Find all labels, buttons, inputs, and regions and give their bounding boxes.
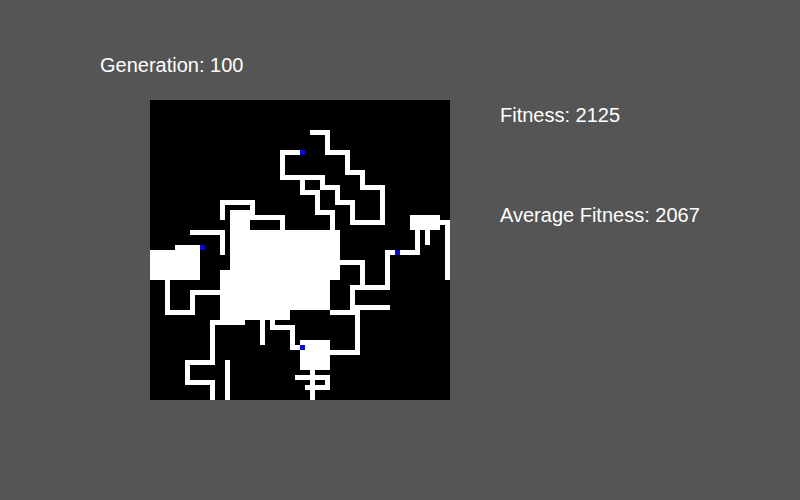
walker-path: [223, 203, 283, 243]
walker-path: [260, 323, 266, 343]
stat-label: Average Fitness: 2067: [500, 202, 700, 228]
visited-area: [220, 270, 290, 320]
canvas-background: [150, 100, 450, 400]
walker-path: [298, 378, 328, 388]
visited-area: [230, 210, 250, 230]
agent-dot: [200, 245, 205, 250]
walker-path: [273, 303, 303, 348]
generation-label: Generation: 100: [100, 52, 450, 78]
visited-area: [290, 280, 330, 310]
agent-dot: [395, 250, 400, 255]
walker-path: [283, 153, 333, 238]
walker-path: [425, 228, 431, 243]
walker-path: [398, 223, 448, 278]
stats-panel: Fitness: 2125 Average Fitness: 2067: [500, 0, 700, 500]
agent-dot: [300, 345, 305, 350]
walker-path: [333, 313, 358, 353]
walker-path: [168, 283, 223, 313]
walker-path: [153, 248, 203, 273]
agent-dot: [300, 150, 305, 155]
walker-path: [225, 363, 231, 398]
walker-path: [343, 263, 363, 283]
stat-label: Fitness: 2125: [500, 102, 700, 128]
walker-path: [188, 323, 243, 398]
world-canvas: [150, 100, 450, 400]
left-column: Generation: 100: [100, 0, 450, 500]
walker-path: [193, 233, 223, 253]
simulation-view: Generation: 100 Fitness: 2125 Average Fitn…: [0, 0, 800, 500]
visited-area: [230, 230, 280, 270]
